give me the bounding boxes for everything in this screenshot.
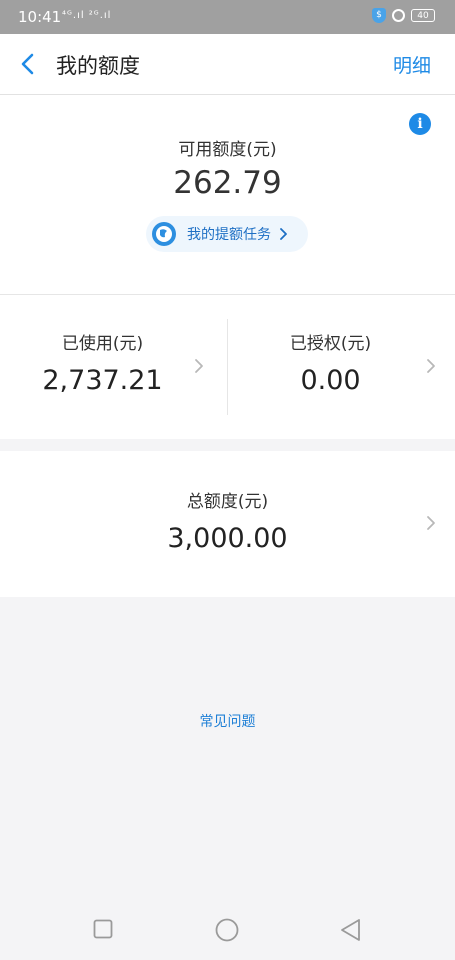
used-label: 已使用(元) <box>61 334 144 354</box>
system-nav-bar <box>0 900 455 960</box>
total-credit-value: 3,000.00 <box>167 523 288 554</box>
authorized-amount-cell[interactable]: 已授权(元) 0.00 <box>228 295 455 439</box>
signal-indicator: ⁴ᴳ.ıl ²ᴳ.ıl <box>62 10 112 21</box>
page-title: 我的额度 <box>56 54 140 78</box>
available-credit-value: 262.79 <box>173 165 282 201</box>
triangle-back-icon[interactable] <box>340 918 362 942</box>
chevron-right-icon <box>427 516 435 530</box>
faq-link[interactable]: 常见问题 <box>0 711 455 731</box>
available-credit-card: i 可用额度(元) 262.79 我的提额任务 <box>0 95 455 294</box>
status-right-icons: $ 40 <box>372 8 435 23</box>
chevron-left-icon <box>21 53 34 75</box>
shield-icon: $ <box>372 8 386 23</box>
authorized-value: 0.00 <box>300 365 361 396</box>
status-bar: 10:41 ⁴ᴳ.ıl ²ᴳ.ıl $ 40 <box>0 0 455 34</box>
task-globe-icon <box>152 222 176 246</box>
used-value: 2,737.21 <box>42 365 163 396</box>
total-credit-card[interactable]: 总额度(元) 3,000.00 <box>0 451 455 597</box>
used-amount-cell[interactable]: 已使用(元) 2,737.21 <box>0 295 227 439</box>
authorized-label: 已授权(元) <box>289 334 372 354</box>
credit-increase-task-button[interactable]: 我的提额任务 <box>146 216 308 252</box>
back-button[interactable] <box>18 52 40 76</box>
status-time: 10:41 <box>18 8 62 26</box>
credit-increase-task-label: 我的提额任务 <box>187 227 271 243</box>
chevron-right-icon <box>427 359 435 373</box>
lock-icon <box>392 9 405 22</box>
info-icon[interactable]: i <box>409 113 431 135</box>
battery-icon: 40 <box>411 9 435 22</box>
usage-card: 已使用(元) 2,737.21 已授权(元) 0.00 <box>0 295 455 439</box>
nav-bar: 我的额度 明细 <box>0 34 455 95</box>
available-credit-label: 可用额度(元) <box>178 140 277 160</box>
detail-button[interactable]: 明细 <box>393 51 431 78</box>
chevron-right-icon <box>280 228 287 240</box>
square-icon[interactable] <box>93 919 113 939</box>
circle-icon[interactable] <box>215 918 239 942</box>
total-credit-label: 总额度(元) <box>186 492 269 512</box>
chevron-right-icon <box>195 359 203 373</box>
